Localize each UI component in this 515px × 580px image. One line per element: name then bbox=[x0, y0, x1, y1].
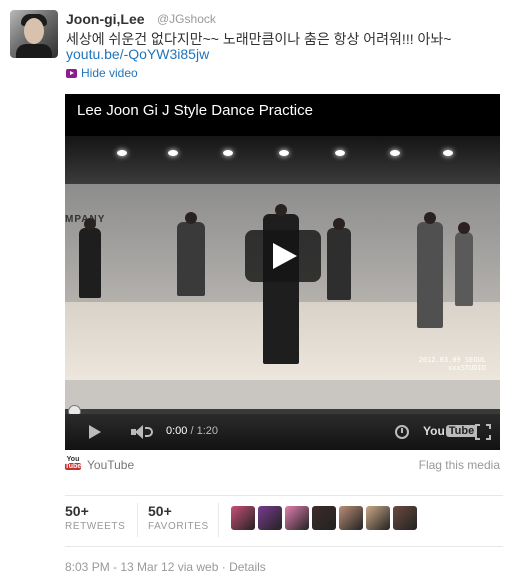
rainbow-avatar[interactable] bbox=[231, 506, 255, 530]
logo-you: You bbox=[423, 424, 445, 438]
volume-icon-cone bbox=[135, 425, 143, 439]
ceiling-lamp bbox=[168, 150, 178, 156]
hide-video-link[interactable]: Hide video bbox=[66, 66, 138, 80]
dancer bbox=[455, 222, 473, 306]
ceiling bbox=[65, 136, 500, 184]
dancer-head bbox=[84, 218, 96, 230]
ceiling-lamp bbox=[223, 150, 233, 156]
fullscreen-corner bbox=[475, 424, 480, 429]
fullscreen-corner bbox=[486, 435, 491, 440]
media-source-label[interactable]: YouTube bbox=[87, 458, 134, 472]
media-source-row: You Tube YouTube Flag this media bbox=[65, 456, 500, 474]
fullscreen-corner bbox=[486, 424, 491, 429]
hello-kitty-avatar[interactable] bbox=[285, 506, 309, 530]
avatar-face bbox=[24, 18, 44, 44]
details-link[interactable]: Details bbox=[229, 560, 266, 574]
duration: 1:20 bbox=[196, 425, 219, 437]
stamp-line: 2012.03.09 SEOUL bbox=[418, 356, 486, 364]
dancer-head bbox=[275, 204, 287, 216]
portrait-avatar[interactable] bbox=[339, 506, 363, 530]
tweet-meta: 8:03 PM - 13 Mar 12 via web · Details bbox=[65, 560, 266, 574]
favorites-stat[interactable]: 50+ FAVORITES bbox=[148, 503, 209, 532]
time-separator: / bbox=[190, 425, 194, 437]
volume-icon-wave bbox=[145, 427, 153, 437]
retweets-stat[interactable]: 50+ RETWEETS bbox=[65, 503, 125, 532]
favorites-label: FAVORITES bbox=[148, 521, 209, 532]
tweet-timestamp[interactable]: 8:03 PM - 13 Mar 12 via web bbox=[65, 560, 218, 574]
video-frame[interactable]: MPANY 2012.03.09 SEOUL xxxSTUDIO bbox=[65, 136, 500, 450]
user-name[interactable]: Joon-gi,Lee bbox=[66, 11, 145, 27]
divider bbox=[65, 495, 503, 496]
dancer-head bbox=[185, 212, 197, 224]
hide-video-label: Hide video bbox=[81, 66, 138, 80]
watch-later-icon[interactable] bbox=[395, 425, 409, 439]
current-time: 0:00 bbox=[166, 425, 188, 437]
time-display: 0:00 / 1:20 bbox=[166, 425, 218, 437]
group-avatar[interactable] bbox=[393, 506, 417, 530]
video-title[interactable]: Lee Joon Gi J Style Dance Practice bbox=[77, 102, 313, 119]
play-button[interactable] bbox=[245, 230, 321, 282]
ceiling-lamp bbox=[335, 150, 345, 156]
video-controls: 0:00 / 1:20 You Tube bbox=[65, 414, 500, 450]
stat-divider bbox=[218, 503, 219, 537]
favorites-count: 50+ bbox=[148, 503, 172, 519]
youtube-icon-tube: Tube bbox=[65, 463, 82, 470]
dancer bbox=[327, 218, 351, 300]
volume-icon[interactable] bbox=[131, 424, 153, 440]
tweet-link[interactable]: youtu.be/-QoYW3i85jw bbox=[66, 46, 209, 62]
fullscreen-corner bbox=[475, 435, 480, 440]
user-handle[interactable]: @JGshock bbox=[157, 12, 216, 26]
video-icon bbox=[66, 68, 77, 78]
avatar[interactable] bbox=[10, 10, 58, 58]
stat-divider bbox=[137, 503, 138, 537]
retweets-label: RETWEETS bbox=[65, 521, 126, 532]
logo-tube: Tube bbox=[445, 425, 478, 437]
meta-separator: · bbox=[221, 560, 226, 574]
dancer-head bbox=[458, 222, 470, 234]
retweets-count: 50+ bbox=[65, 503, 89, 519]
ceiling-lamp bbox=[117, 150, 127, 156]
fullscreen-icon[interactable] bbox=[475, 424, 491, 440]
face-avatar[interactable] bbox=[366, 506, 390, 530]
favoriters-list bbox=[231, 506, 417, 530]
ceiling-lamp bbox=[390, 150, 400, 156]
youtube-logo[interactable]: You Tube bbox=[423, 424, 478, 438]
dancer bbox=[417, 212, 443, 328]
divider bbox=[65, 546, 503, 547]
dancer-head bbox=[424, 212, 436, 224]
purple-avatar[interactable] bbox=[258, 506, 282, 530]
avatar-body bbox=[16, 44, 52, 58]
video-timestamp: 2012.03.09 SEOUL xxxSTUDIO bbox=[419, 356, 486, 372]
dancer bbox=[177, 212, 205, 296]
youtube-icon-you: You bbox=[66, 456, 80, 463]
dark-avatar[interactable] bbox=[312, 506, 336, 530]
youtube-icon[interactable]: You Tube bbox=[65, 456, 81, 470]
ceiling-lamp bbox=[443, 150, 453, 156]
stamp-line: xxxSTUDIO bbox=[448, 364, 486, 372]
dancer-head bbox=[333, 218, 345, 230]
flag-media-link[interactable]: Flag this media bbox=[419, 458, 500, 472]
video-player[interactable]: MPANY 2012.03.09 SEOUL xxxSTUDIO Lee Joo… bbox=[65, 94, 500, 450]
dancer bbox=[79, 218, 101, 298]
play-icon[interactable] bbox=[89, 425, 101, 439]
ceiling-lamp bbox=[279, 150, 289, 156]
